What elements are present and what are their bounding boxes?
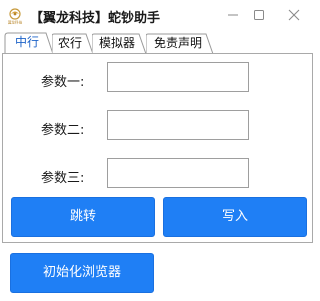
tab-simulator[interactable]: 模拟器	[92, 33, 147, 54]
write-button[interactable]: 写入	[163, 197, 307, 237]
tab-label: 免责声明	[153, 36, 202, 50]
tab-panel-zhonghang: 参数一: 参数二: 参数三: 跳转 写入	[2, 53, 313, 243]
init-browser-button[interactable]: 初始化浏览器	[10, 253, 154, 293]
param2-input[interactable]	[107, 110, 249, 140]
param3-label: 参数三:	[41, 171, 85, 186]
param2-label: 参数二:	[41, 123, 85, 138]
tab-label: 模拟器	[98, 36, 135, 50]
tab-strip: 中行 农行 模拟器 免责声明	[0, 32, 315, 54]
param1-input[interactable]	[107, 62, 249, 92]
tab-label: 农行	[57, 36, 82, 50]
jump-button[interactable]: 跳转	[11, 197, 155, 237]
close-icon[interactable]	[283, 5, 305, 25]
tab-disclaimer[interactable]: 免责声明	[146, 33, 214, 54]
minimize-icon[interactable]	[222, 5, 244, 25]
param1-label: 参数一:	[41, 75, 85, 90]
logo-caption: 翼龙科技	[8, 20, 23, 25]
dragon-logo-icon: 翼龙科技	[8, 8, 23, 25]
param3-input[interactable]	[107, 158, 249, 188]
tab-label: 中行	[14, 35, 39, 49]
title-bar: 翼龙科技 【翼龙科技】蛇钞助手	[0, 0, 315, 31]
tab-zhonghang[interactable]: 中行	[4, 32, 54, 54]
maximize-icon[interactable]	[248, 5, 270, 25]
tab-nonghang[interactable]: 农行	[52, 33, 94, 54]
app-window: 翼龙科技 【翼龙科技】蛇钞助手 中行 农行 模拟器 免责声明 参数一: 参数二:…	[0, 0, 315, 301]
window-title: 【翼龙科技】蛇钞助手	[30, 11, 161, 26]
